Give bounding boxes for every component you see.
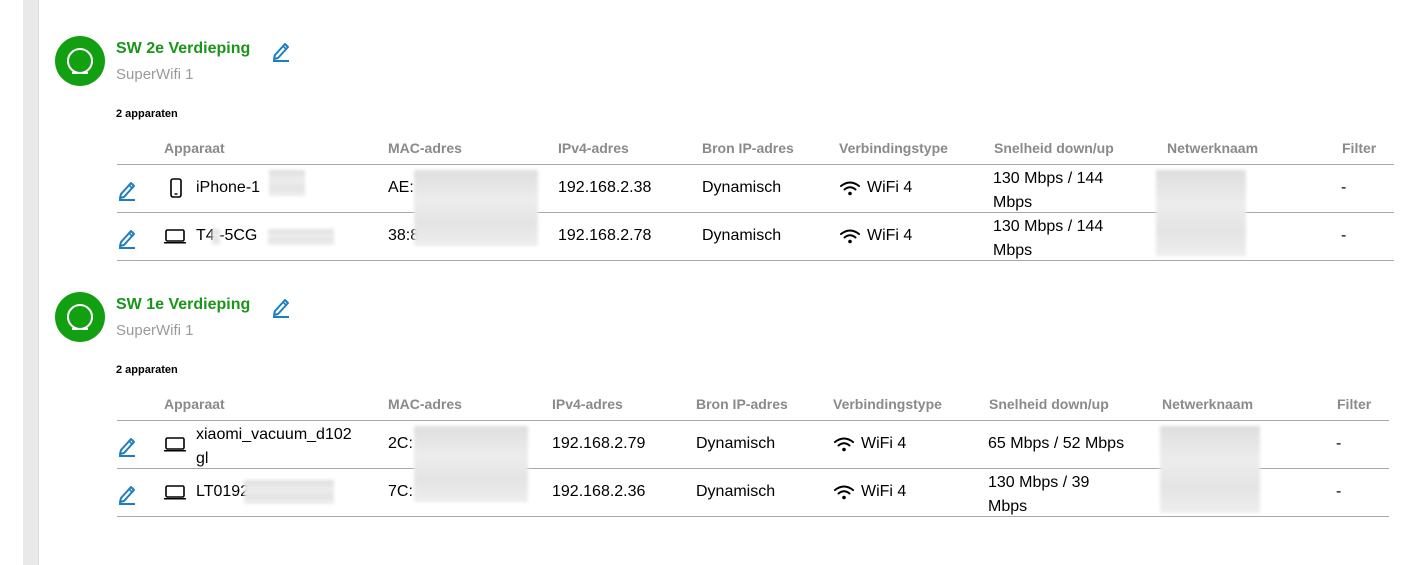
speed: 130 Mbps / 144 Mbps [993,170,1104,211]
redacted-block [212,229,220,245]
col-header-device: Apparaat [164,140,225,156]
speed: 130 Mbps / 39 Mbps [988,474,1090,515]
redacted-block [414,426,528,502]
col-header-speed: Snelheid down/up [989,396,1109,412]
router-icon [55,292,105,342]
connection-type: WiFi 4 [861,435,907,452]
mac-address: AE: [388,179,414,196]
redacted-block [414,170,538,246]
edit-node-icon[interactable] [271,40,291,62]
redacted-block [268,229,334,245]
device-name: T4 -5CG [196,227,258,244]
table-header: Apparaat MAC-adres IPv4-adres Bron IP-ad… [117,140,1394,165]
connection-type: WiFi 4 [867,227,913,244]
col-header-filter: Filter [1342,140,1377,156]
filter-value: - [1341,179,1347,196]
mac-address: 2C: [388,435,413,452]
node-type: SuperWifi 1 [116,322,194,339]
col-header-mac: MAC-adres [388,140,462,156]
edit-device-icon[interactable] [117,435,137,457]
ip-source: Dynamisch [702,227,782,244]
filter-value: - [1341,227,1347,244]
col-header-device: Apparaat [164,396,225,412]
filter-value: - [1336,435,1342,452]
col-header-network: Netwerknaam [1167,140,1259,156]
edit-device-icon[interactable] [117,227,137,249]
ipv4-address: 192.168.2.38 [558,179,652,196]
col-header-network: Netwerknaam [1162,396,1254,412]
ip-source: Dynamisch [696,435,776,452]
wifi-icon [834,485,854,500]
device-name: iPhone-1 [196,179,261,196]
redacted-block [244,480,334,504]
laptop-icon [164,437,186,452]
ipv4-address: 192.168.2.36 [552,483,646,500]
ipv4-address: 192.168.2.79 [552,435,646,452]
col-header-connection: Verbindingstype [833,396,942,412]
device-name: LT0192 [196,483,250,500]
phone-icon [170,178,182,198]
col-header-filter: Filter [1337,396,1372,412]
col-header-mac: MAC-adres [388,396,462,412]
col-header-ip-source: Bron IP-adres [696,396,788,412]
node-type: SuperWifi 1 [116,66,194,83]
connection-type: WiFi 4 [867,179,913,196]
edit-node-icon[interactable] [271,296,291,318]
col-header-ipv4: IPv4-adres [558,140,629,156]
redacted-block [1160,426,1260,513]
device-count: 2 apparaten [116,108,178,120]
speed: 65 Mbps / 52 Mbps [988,435,1125,452]
table-header: Apparaat MAC-adres IPv4-adres Bron IP-ad… [117,396,1389,421]
wifi-icon [840,181,860,196]
col-header-speed: Snelheid down/up [994,140,1114,156]
edit-device-icon[interactable] [117,483,137,505]
wifi-icon [840,229,860,244]
device-count: 2 apparaten [116,364,178,376]
node-name: SW 1e Verdieping [116,296,251,313]
device-name: xiaomi_vacuum_d102 gl [196,426,352,467]
col-header-ip-source: Bron IP-adres [702,140,794,156]
speed: 130 Mbps / 144 Mbps [993,218,1104,259]
router-icon [55,36,105,86]
mac-address: 7C: [388,483,413,500]
laptop-icon [164,229,186,244]
wifi-icon [834,437,854,452]
ip-source: Dynamisch [702,179,782,196]
col-header-ipv4: IPv4-adres [552,396,623,412]
ip-source: Dynamisch [696,483,776,500]
left-rail [23,0,39,565]
laptop-icon [164,485,186,500]
redacted-block [269,170,305,196]
filter-value: - [1336,483,1342,500]
redacted-block [1156,170,1246,256]
node-name: SW 2e Verdieping [116,40,251,57]
connection-type: WiFi 4 [861,483,907,500]
col-header-connection: Verbindingstype [839,140,948,156]
edit-device-icon[interactable] [117,179,137,201]
ipv4-address: 192.168.2.78 [558,227,652,244]
